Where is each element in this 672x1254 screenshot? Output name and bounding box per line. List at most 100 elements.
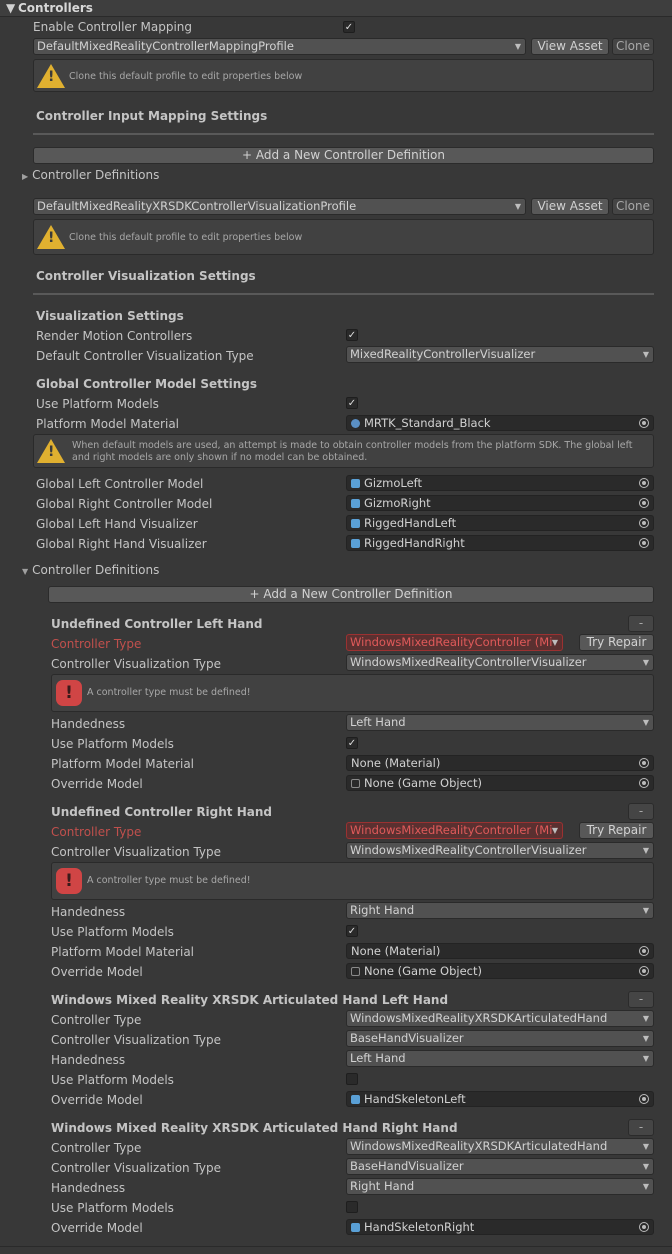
global-right-model-label: Global Right Controller Model: [36, 497, 213, 511]
models-help-box: ! When default models are used, an attem…: [33, 434, 654, 468]
global-right-model-field[interactable]: GizmoRight: [346, 495, 654, 511]
platform-material-field[interactable]: MRTK_Standard_Black: [346, 415, 654, 431]
global-left-model-field[interactable]: GizmoLeft: [346, 475, 654, 491]
remove-definition-button[interactable]: -: [628, 803, 654, 820]
chevron-down-icon: ▼: [642, 1162, 649, 1171]
controller-type-label: Controller Type: [51, 1141, 142, 1155]
controller-type-label: Controller Type: [51, 1013, 142, 1027]
mapping-add-definition-button[interactable]: + Add a New Controller Definition: [33, 147, 654, 164]
mapping-settings-title: Controller Input Mapping Settings: [36, 109, 268, 123]
visualization-profile-dropdown[interactable]: DefaultMixedRealityXRSDKControllerVisual…: [33, 198, 526, 215]
vis-add-definition-button[interactable]: + Add a New Controller Definition: [48, 586, 654, 603]
visualization-view-asset-button[interactable]: View Asset: [531, 198, 609, 215]
remove-definition-button[interactable]: -: [628, 991, 654, 1008]
vis-type-label: Controller Visualization Type: [51, 657, 222, 671]
global-left-hand-field[interactable]: RiggedHandLeft: [346, 515, 654, 531]
vis-definitions-foldout[interactable]: ▼ Controller Definitions: [22, 562, 159, 580]
override-model-field[interactable]: HandSkeletonRight: [346, 1219, 654, 1235]
use-platform-models-checkbox[interactable]: ✓: [346, 925, 358, 937]
visualization-help-box: ! Clone this default profile to edit pro…: [33, 219, 654, 255]
warning-icon: !: [37, 64, 65, 88]
object-picker-icon[interactable]: [639, 478, 649, 488]
vis-type-dropdown[interactable]: BaseHandVisualizer ▼: [346, 1158, 654, 1175]
global-right-hand-field[interactable]: RiggedHandRight: [346, 535, 654, 551]
definition-title: Windows Mixed Reality XRSDK Articulated …: [51, 1121, 458, 1135]
override-model-label: Override Model: [51, 965, 143, 979]
object-picker-icon[interactable]: [639, 778, 649, 788]
override-model-label: Override Model: [51, 777, 143, 791]
remove-definition-button[interactable]: -: [628, 615, 654, 632]
object-picker-icon[interactable]: [639, 1222, 649, 1232]
render-motion-checkbox[interactable]: ✓: [346, 329, 358, 341]
controller-type-dropdown[interactable]: WindowsMixedRealityController (Mi ▼: [346, 634, 563, 651]
mapping-help-box: ! Clone this default profile to edit pro…: [33, 59, 654, 92]
override-model-label: Override Model: [51, 1221, 143, 1235]
try-repair-button[interactable]: Try Repair: [579, 822, 654, 839]
controller-type-dropdown[interactable]: WindowsMixedRealityXRSDKArticulatedHand ▼: [346, 1138, 654, 1155]
object-picker-icon[interactable]: [639, 1094, 649, 1104]
object-picker-icon[interactable]: [639, 418, 649, 428]
error-icon: !: [56, 868, 82, 894]
prefab-icon: [351, 499, 360, 508]
try-repair-button[interactable]: Try Repair: [579, 634, 654, 651]
object-picker-icon[interactable]: [639, 518, 649, 528]
chevron-down-icon: ▼: [642, 718, 649, 727]
override-model-field[interactable]: None (Game Object): [346, 775, 654, 791]
use-platform-models-checkbox[interactable]: ✓: [346, 737, 358, 749]
gameobject-icon: [351, 779, 360, 788]
divider: [33, 133, 654, 135]
chevron-down-icon: ▼: [551, 826, 558, 835]
definition-title: Undefined Controller Right Hand: [51, 805, 272, 819]
vis-type-dropdown[interactable]: BaseHandVisualizer ▼: [346, 1030, 654, 1047]
object-picker-icon[interactable]: [639, 946, 649, 956]
override-model-field[interactable]: HandSkeletonLeft: [346, 1091, 654, 1107]
handedness-dropdown[interactable]: Left Hand ▼: [346, 714, 654, 731]
chevron-down-icon: ▼: [642, 906, 649, 915]
vis-type-dropdown[interactable]: WindowsMixedRealityControllerVisualizer ▼: [346, 654, 654, 671]
prefab-icon: [351, 539, 360, 548]
handedness-dropdown[interactable]: Right Hand ▼: [346, 902, 654, 919]
error-icon: !: [56, 680, 82, 706]
gameobject-icon: [351, 967, 360, 976]
object-picker-icon[interactable]: [639, 498, 649, 508]
visualization-clone-button[interactable]: Clone: [612, 198, 654, 215]
object-picker-icon[interactable]: [639, 538, 649, 548]
chevron-right-icon: ▶: [22, 172, 29, 181]
use-platform-models-checkbox[interactable]: [346, 1201, 358, 1213]
collapse-arrow-icon[interactable]: ▼: [6, 0, 15, 16]
platform-material-label: Platform Model Material: [51, 945, 195, 959]
mapping-clone-button[interactable]: Clone: [612, 38, 654, 55]
definition-title: Undefined Controller Left Hand: [51, 617, 263, 631]
mapping-profile-dropdown[interactable]: DefaultMixedRealityControllerMappingProf…: [33, 38, 526, 55]
prefab-icon: [351, 479, 360, 488]
global-left-model-label: Global Left Controller Model: [36, 477, 204, 491]
global-right-hand-label: Global Right Hand Visualizer: [36, 537, 207, 551]
handedness-dropdown[interactable]: Left Hand ▼: [346, 1050, 654, 1067]
divider: [33, 293, 654, 295]
remove-definition-button[interactable]: -: [628, 1119, 654, 1136]
controller-type-dropdown[interactable]: WindowsMixedRealityXRSDKArticulatedHand ▼: [346, 1010, 654, 1027]
section-header[interactable]: ▼ Controllers: [0, 0, 672, 17]
visualization-settings-title: Controller Visualization Settings: [36, 269, 256, 283]
handedness-dropdown[interactable]: Right Hand ▼: [346, 1178, 654, 1195]
object-picker-icon[interactable]: [639, 966, 649, 976]
platform-material-field[interactable]: None (Material): [346, 943, 654, 959]
controller-type-dropdown[interactable]: WindowsMixedRealityController (Mi ▼: [346, 822, 563, 839]
default-vis-type-dropdown[interactable]: MixedRealityControllerVisualizer ▼: [346, 346, 654, 363]
platform-material-field[interactable]: None (Material): [346, 755, 654, 771]
object-picker-icon[interactable]: [639, 758, 649, 768]
vis-type-dropdown[interactable]: WindowsMixedRealityControllerVisualizer ▼: [346, 842, 654, 859]
use-platform-models-label: Use Platform Models: [51, 925, 174, 939]
chevron-down-icon: ▼: [642, 1182, 649, 1191]
platform-material-label: Platform Model Material: [51, 757, 195, 771]
use-platform-models-checkbox[interactable]: [346, 1073, 358, 1085]
chevron-down-icon: ▼: [642, 658, 649, 667]
use-platform-checkbox[interactable]: ✓: [346, 397, 358, 409]
override-model-field[interactable]: None (Game Object): [346, 963, 654, 979]
chevron-down-icon: ▼: [551, 638, 558, 647]
vis-type-label: Controller Visualization Type: [51, 1033, 222, 1047]
chevron-down-icon: ▼: [642, 1054, 649, 1063]
mapping-definitions-foldout[interactable]: ▶ Controller Definitions: [22, 167, 159, 185]
enable-mapping-checkbox[interactable]: ✓: [343, 21, 355, 33]
mapping-view-asset-button[interactable]: View Asset: [531, 38, 609, 55]
